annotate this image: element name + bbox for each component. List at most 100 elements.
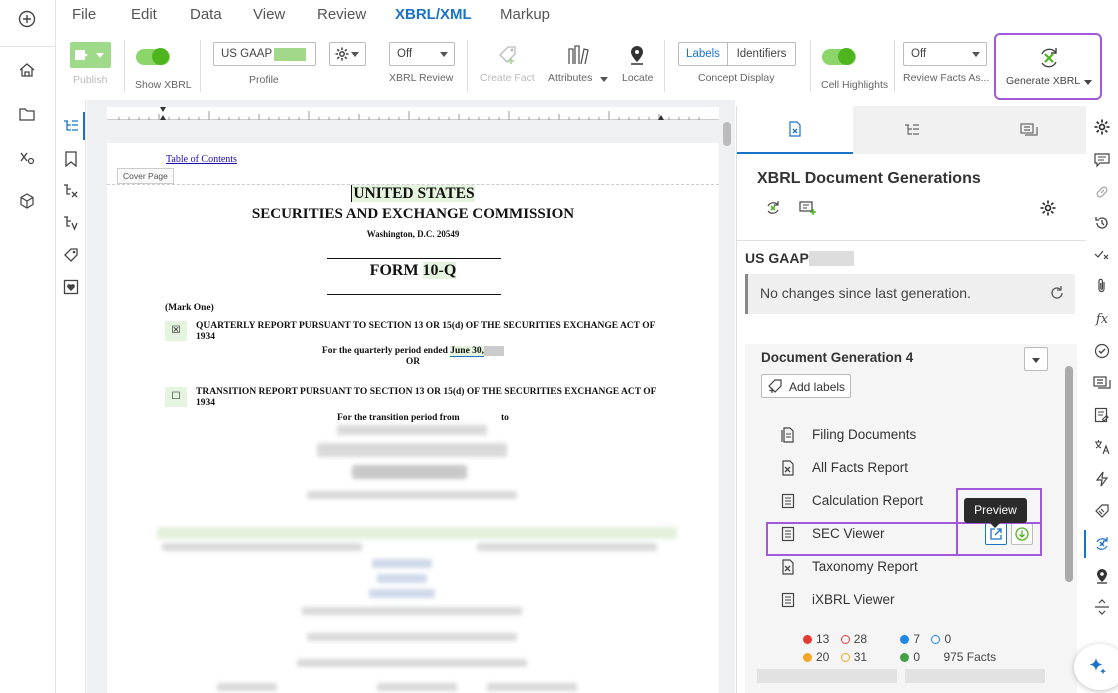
blurred-content [377,574,427,583]
filter-x-icon[interactable] [61,181,81,201]
attributes-icon[interactable] [566,44,590,66]
concept-display-label: Concept Display [698,72,775,84]
report-item-taxonomy[interactable]: Taxonomy Report [745,556,1055,578]
blurred-content [302,607,522,615]
check-circle-icon[interactable] [1092,341,1112,361]
menu-file[interactable]: File [72,6,96,23]
document-scrollbar[interactable] [722,120,732,693]
translate-icon[interactable] [1092,437,1112,457]
bookmark-icon[interactable] [61,149,81,169]
add-document-icon[interactable] [799,200,817,221]
quarterly-checkbox[interactable]: ☒ [165,321,187,341]
orange-outline-count: 31 [840,650,867,664]
profile-select[interactable]: US GAAP [213,42,316,66]
location-icon[interactable] [1092,566,1112,586]
generate-xbrl-button[interactable]: Generate XBRL [994,33,1102,100]
attributes-label: Attributes [548,72,593,84]
divider [200,40,201,92]
tooltip-arrow [990,523,1000,528]
menu-markup[interactable]: Markup [500,6,550,23]
review-facts-select[interactable]: Off [903,42,987,66]
generate-xbrl-icon[interactable] [1092,534,1112,554]
menu-edit[interactable]: Edit [131,6,157,23]
redacted-footer [757,669,897,683]
review-facts-label: Review Facts As... [903,72,990,84]
table-of-contents-link[interactable]: Table of Contents [166,154,237,165]
orange-filled-count: 20 [803,650,829,664]
show-xbrl-toggle[interactable] [136,48,170,65]
gear-icon[interactable] [1040,200,1056,221]
blue-filled-count: 7 [900,632,920,646]
gear-icon[interactable] [1092,117,1112,137]
report-item-all-facts[interactable]: All Facts Report [745,457,1055,479]
lightning-icon[interactable] [1092,469,1112,489]
filter-v-icon[interactable] [61,213,81,233]
scrollbar-thumb[interactable] [723,122,731,146]
form-type-fact[interactable]: 10-Q [422,262,457,279]
heart-note-icon[interactable] [61,277,81,297]
xbrl-panel: XBRL Document Generations US GAAP No cha… [736,106,1087,693]
menu-review[interactable]: Review [317,6,366,23]
cell-highlights-toggle[interactable] [822,48,856,65]
settings-dropdown[interactable] [329,42,366,66]
status-box: No changes since last generation. [745,274,1075,314]
expand-collapse-icon[interactable] [1092,597,1112,617]
messages-icon[interactable] [1092,373,1112,393]
comment-icon[interactable] [1092,150,1112,170]
identifiers-option[interactable]: Identifiers [728,43,795,65]
transition-checkbox[interactable]: ☐ [165,387,187,407]
report-item-ixbrl-viewer[interactable]: iXBRL Viewer [745,589,1055,611]
locate-icon[interactable] [627,44,647,66]
attachment-icon[interactable] [1092,276,1112,296]
create-fact-icon[interactable] [497,44,519,66]
tab-outline[interactable] [853,106,971,154]
locate-label: Locate [622,72,654,84]
folder-icon[interactable] [16,103,38,125]
stats-row-1: 13 28 7 0 [803,632,951,646]
show-xbrl-label: Show XBRL [135,79,192,91]
home-icon[interactable] [16,59,38,81]
xbrl-review-select[interactable]: Off [389,42,455,66]
tag-icon[interactable] [61,245,81,265]
history-icon[interactable] [1092,213,1112,233]
labels-option[interactable]: Labels [679,43,728,65]
check-x-icon[interactable] [1092,244,1112,264]
regenerate-icon[interactable] [765,200,781,221]
filing-documents-icon [781,427,795,443]
redacted-profile-year [809,251,854,266]
chevron-down-icon [972,52,980,57]
green-filled-count: 0 [900,650,920,664]
ruler-ticks [118,107,700,120]
outline-icon[interactable] [61,116,81,136]
generation-menu-button[interactable] [1024,347,1048,371]
cover-page-tag[interactable]: Cover Page [117,168,174,184]
report-label: Taxonomy Report [812,559,918,574]
tab-document-generations[interactable] [737,106,853,154]
cube-icon[interactable] [16,190,38,212]
chevron-down-icon [1084,80,1092,85]
report-item-filing-documents[interactable]: Filing Documents [745,424,1055,446]
card-scrollbar[interactable] [1065,366,1073,582]
status-message: No changes since last generation. [760,285,971,301]
blurred-content [307,633,517,641]
formula-icon[interactable]: fx [1092,309,1112,329]
period-date-fact[interactable]: June 30, [450,346,485,358]
menu-view[interactable]: View [253,6,285,23]
chevron-down-icon [1032,358,1040,363]
refresh-icon[interactable] [1049,285,1065,306]
tag-icon[interactable] [1092,501,1112,521]
add-icon[interactable] [16,8,38,30]
document-edit-icon[interactable] [1092,405,1112,425]
function-icon[interactable] [16,147,38,169]
ai-assistant-button[interactable] [1074,644,1118,690]
tab-messages[interactable] [971,106,1087,154]
link-icon[interactable] [1092,182,1112,202]
menu-xbrl-xml[interactable]: XBRL/XML [395,6,472,23]
menu-data[interactable]: Data [190,6,222,23]
publish-button[interactable] [70,42,111,68]
generate-xbrl-icon [1036,45,1062,76]
menu-bar: File Edit Data View Review XBRL/XML Mark… [56,0,1118,30]
heading-sec: SECURITIES AND EXCHANGE COMMISSION [251,206,575,222]
add-labels-button[interactable]: Add labels [761,374,851,398]
concept-display-segmented: Labels Identifiers [678,42,796,66]
